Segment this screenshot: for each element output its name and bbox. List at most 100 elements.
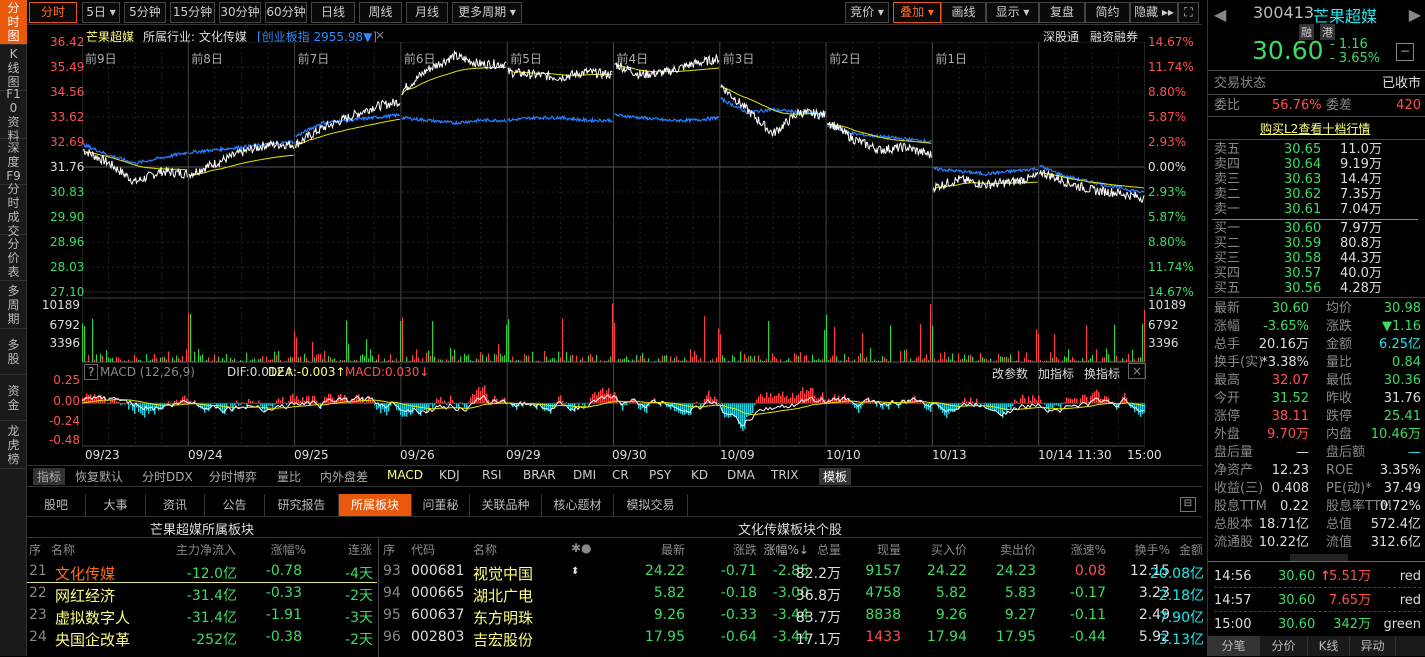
stocks-header[interactable]: 涨幅%↓ [764,541,809,558]
toolbar-right-2[interactable]: 画线 [941,2,986,23]
toolbar-right-3[interactable]: 显示 ▾ [986,2,1039,23]
stock-row[interactable]: 93000681视觉中国⬍24.22-0.71-2.8582.2万915724.… [379,561,1202,583]
period-tab-8[interactable]: 月线 [406,2,448,23]
collapse-panel-icon[interactable]: ⊟ [1180,497,1196,512]
stat-row: 涨停38.11跌停25.41 [1214,408,1421,426]
period-tab-2[interactable]: 5分钟 [124,2,166,23]
remove-overlay-button[interactable]: × [375,28,385,42]
period-tab-3[interactable]: 15分钟 [170,2,215,23]
switch-indicator-button[interactable]: 换指标 [1084,365,1120,382]
bottom-tab-4[interactable]: 研究报告 [265,494,339,516]
toolbar-right-7[interactable]: ⛶ [1178,2,1199,23]
sidebar-item-4[interactable]: 分时成交 [0,185,27,235]
stock-row[interactable]: 94000665湖北广电5.82-0.18-3.0036.8万47585.825… [379,583,1202,605]
quote-tab-1[interactable]: 分价 [1260,636,1308,656]
stocks-header[interactable]: 涨跌 [733,541,757,558]
bottom-tab-0[interactable]: 股吧 [27,494,86,516]
indicator-0[interactable]: 指标 [33,468,65,485]
help-button[interactable]: ? [84,364,98,380]
indicator-2[interactable]: 分时DDX [142,468,193,485]
stocks-header[interactable]: 代码 [411,541,435,558]
bottom-tab-1[interactable]: 大事 [86,494,146,516]
quote-tab-0[interactable]: 分笔 [1208,636,1260,656]
next-stock-icon[interactable]: ▶ [1409,5,1421,24]
quote-tab-3[interactable]: 异动 [1350,636,1396,656]
indicator-14[interactable]: DMA [727,468,755,482]
sector-row[interactable]: 23虚拟数字人-31.4亿-1.91-3天 [27,605,377,627]
period-tab-0[interactable]: 分时 [29,2,77,23]
toolbar-right-4[interactable]: 复盘 [1039,2,1085,23]
indicator-12[interactable]: PSY [649,468,671,482]
toolbar-right-6[interactable]: 隐藏 ▸▸ [1130,2,1178,23]
stocks-header[interactable]: 卖出价 [1000,541,1036,558]
macd-bar [144,403,146,417]
sector-row[interactable]: 21文化传媒-12.0亿-0.78-4天 [27,561,377,583]
buy-l2-link[interactable]: 购买L2查看十档行情 [1260,120,1370,137]
stocks-header[interactable]: ✱● [571,541,592,555]
indicator-1[interactable]: 恢复默认 [75,468,123,485]
indicator-8[interactable]: RSI [482,468,502,482]
indicator-13[interactable]: KD [691,468,708,482]
bottom-tab-9[interactable]: 模拟交易 [614,494,688,516]
stocks-header[interactable]: 金额 [1179,541,1203,558]
bottom-tab-3[interactable]: 公告 [205,494,265,516]
expand-handle[interactable] [1290,554,1348,561]
stocks-header[interactable]: 涨速% [1071,541,1106,558]
stocks-header[interactable]: 总量 [817,541,841,558]
stocks-header[interactable]: 最新 [661,541,685,558]
toolbar-right-1[interactable]: 叠加 ▾ [893,2,941,23]
period-tab-6[interactable]: 日线 [311,2,355,23]
bottom-tab-2[interactable]: 资讯 [146,494,205,516]
indicator-6[interactable]: MACD [387,468,423,482]
period-tab-7[interactable]: 周线 [359,2,402,23]
period-tab-5[interactable]: 60分钟 [265,2,307,23]
sector-row[interactable]: 24央国企改革-252亿-0.38-2天 [27,627,377,649]
close-indicator-button[interactable]: × [1128,363,1146,379]
bottom-tab-5[interactable]: 所属板块 [339,494,412,516]
stocks-header[interactable]: 买入价 [931,541,967,558]
sidebar-item-1[interactable]: K线图 [0,45,27,91]
bottom-tab-6[interactable]: 问董秘 [412,494,470,516]
stocks-header[interactable]: 现量 [877,541,901,558]
period-tab-9[interactable]: 更多周期 ▾ [452,2,522,23]
bottom-tab-8[interactable]: 核心题材 [542,494,614,516]
stocks-header[interactable]: 序 [383,541,395,558]
sidebar-item-5[interactable]: 分价表 [0,235,27,281]
bottom-tab-7[interactable]: 关联品种 [470,494,542,516]
sector-row[interactable]: 22网红经济-31.4亿-0.33-2天 [27,583,377,605]
intraday-chart[interactable]: 前9日前8日前7日前6日前5日前4日前3日前2日前1日 [82,42,1145,462]
indicator-11[interactable]: CR [612,468,629,482]
indicator-16[interactable]: 模板 [819,468,851,485]
sidebar-item-7[interactable]: 多股 [0,329,27,375]
stock-row[interactable]: 95600637东方明珠9.26-0.33-3.4483.7万88389.269… [379,605,1202,627]
add-indicator-button[interactable]: 加指标 [1038,365,1074,382]
indicator-3[interactable]: 分时博弈 [209,468,257,485]
sidebar-item-2[interactable]: F10资料 [0,91,27,139]
indicator-9[interactable]: BRAR [523,468,556,482]
sector-header: 序 [29,541,41,558]
net-inflow: -31.4亿 [187,607,237,627]
prev-stock-icon[interactable]: ◀ [1214,5,1226,24]
indicator-7[interactable]: KDJ [439,468,460,482]
toolbar-right-5[interactable]: 简约 [1085,2,1130,23]
indicator-15[interactable]: TRIX [771,468,798,482]
indicator-4[interactable]: 量比 [277,468,301,485]
sidebar-item-3[interactable]: 深度F9 [0,139,27,185]
toolbar-right-0[interactable]: 竞价 ▾ [845,2,889,23]
indicator-10[interactable]: DMI [573,468,596,482]
minimize-icon[interactable]: − [1396,43,1414,61]
sidebar-item-8[interactable]: 资金 [0,375,27,421]
change-params-button[interactable]: 改参数 [992,365,1028,382]
macd-bar [998,403,1000,413]
stock-row[interactable]: 96002803吉宏股份17.95-0.64-3.4417.1万143317.9… [379,627,1202,649]
period-tab-1[interactable]: 5日 ▾ [82,2,120,23]
sidebar-item-9[interactable]: 龙虎榜 [0,421,27,469]
period-tab-4[interactable]: 30分钟 [219,2,261,23]
sidebar-item-0[interactable]: 分时图 [0,0,27,45]
indicator-5[interactable]: 内外盘差 [320,468,368,485]
stocks-header[interactable]: 换手% [1135,541,1170,558]
sidebar-item-6[interactable]: 多周期 [0,281,27,329]
quote-tab-2[interactable]: K线 [1308,636,1350,656]
row-index: 21 [29,563,47,579]
stocks-header[interactable]: 名称 [473,541,497,558]
